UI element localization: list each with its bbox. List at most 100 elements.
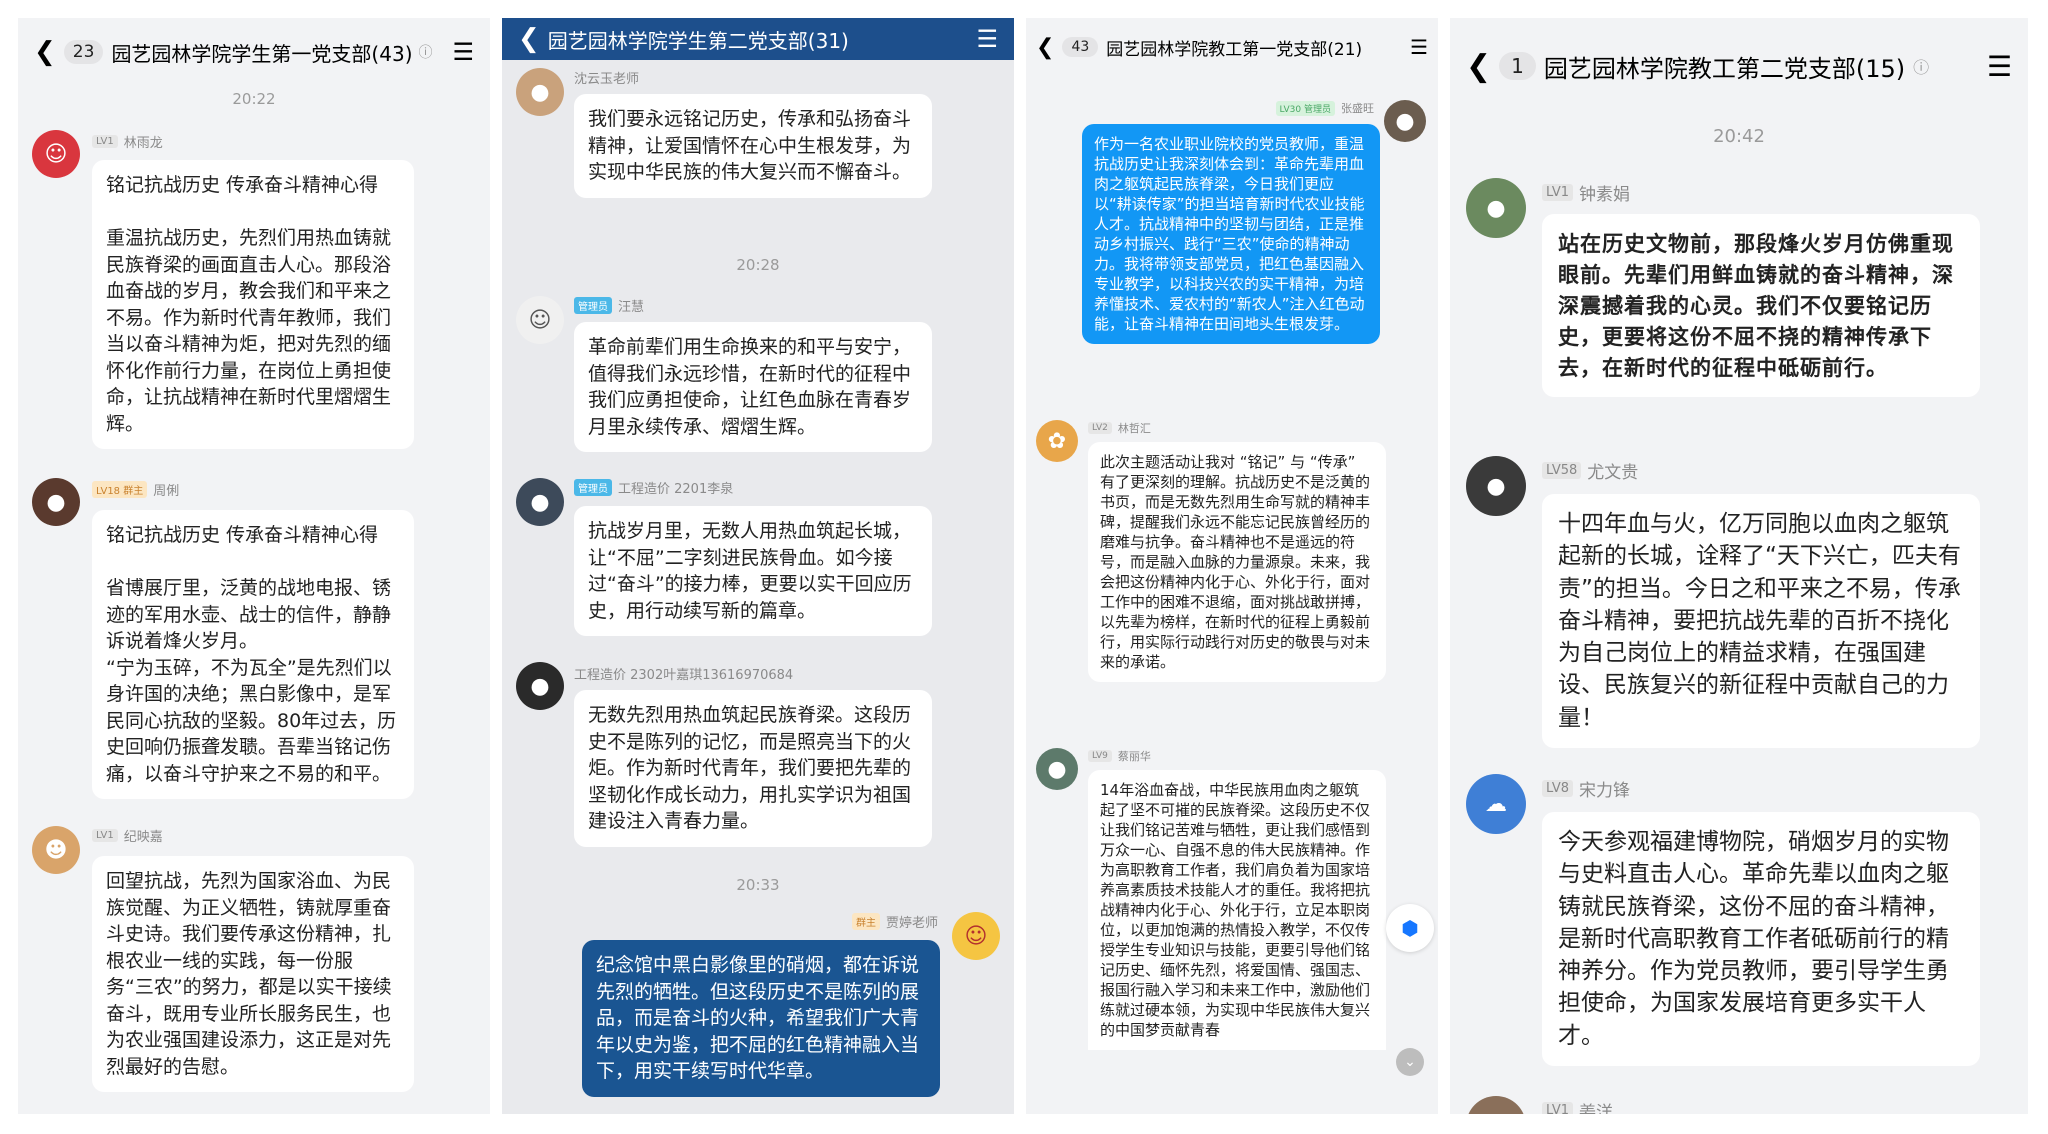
chat-title: 园艺园林学院学生第一党支部(43) [111,41,413,66]
avatar[interactable]: ● [516,68,564,116]
avatar[interactable]: ☺ [32,130,80,178]
avatar[interactable]: ● [1466,456,1526,516]
chat-title: 园艺园林学院学生第二党支部(31) [547,28,849,53]
message-bubble[interactable]: 抗战岁月里，无数人用热血筑起长城，让“不屈”二字刻进民族骨血。如今接过“奋斗”的… [574,506,932,636]
sender-meta: LV9 蔡丽华 [1088,748,1151,764]
unread-count-badge[interactable]: 1 [1499,52,1536,80]
menu-icon[interactable]: ☰ [1410,35,1428,59]
sender-name: 周俐 [153,484,180,499]
chat-header: ❮ 43 园艺园林学院教工第一党支部(21) ☰ [1026,18,1438,76]
info-icon[interactable]: ⓘ [419,42,433,62]
sender-meta: 管理员 汪慧 [574,296,644,315]
sender-meta: LV18 群主 周俐 [92,480,179,499]
message-bubble[interactable]: 此次主题活动让我对 “铭记” 与 “传承” 有了更深刻的理解。抗战历史不是泛黄的… [1088,442,1386,682]
level-badge: LV30 管理员 [1275,100,1335,116]
chat-title: 园艺园林学院教工第一党支部(21) [1106,39,1363,60]
info-icon[interactable]: ⓘ [1913,54,1929,78]
timestamp: 20:28 [736,256,780,274]
unread-count-badge[interactable]: 43 [1062,37,1099,57]
level-badge: LV1 [92,829,118,842]
sender-meta: 沈云玉老师 [574,68,639,87]
message-bubble[interactable]: 站在历史文物前，那段烽火岁月仿佛重现眼前。先辈们用鲜血铸就的奋斗精神，深深震撼着… [1542,214,1980,397]
sender-meta: 工程造价 2302叶嘉琪13616970684 [574,664,793,683]
chat-panel-2: ❮ 园艺园林学院学生第二党支部(31) ☰ ● 沈云玉老师 我们要永远铭记历史，… [502,18,1014,1114]
avatar[interactable]: ● [516,662,564,710]
menu-icon[interactable]: ☰ [976,25,998,53]
sender-name: 贾婷老师 [885,916,938,931]
sender-name: 沈云玉老师 [574,72,640,87]
back-arrow-icon[interactable]: ❮ [1036,35,1054,60]
level-badge: LV18 群主 [92,481,148,498]
level-badge: LV1 [92,135,118,148]
timestamp: 20:42 [1713,126,1765,147]
avatar[interactable]: ● [1466,1096,1526,1114]
sender-meta: LV8 宋力锋 [1542,776,1630,801]
sender-meta: LV1 姜洋 [1542,1098,1613,1114]
chat-panel-1: ❮ 23 园艺园林学院学生第一党支部(43) ⓘ ☰ 20:22 ☺ LV1 林… [18,18,490,1114]
message-bubble[interactable]: 回望抗战，先烈为国家浴血、为民族觉醒、为正义牺牲，铸就厚重奋斗史诗。我们要传承这… [92,856,414,1092]
menu-icon[interactable]: ☰ [452,38,474,66]
level-badge: LV8 [1542,780,1573,797]
message-bubble[interactable]: 十四年血与火，亿万同胞以血肉之躯筑起新的长城，诠释了“天下兴亡，匹夫有责”的担当… [1542,494,1980,749]
sender-name: 纪映嘉 [123,830,163,845]
scroll-down-icon[interactable]: ⌄ [1396,1048,1424,1076]
chat-panel-4: ❮ 1 园艺园林学院教工第二党支部(15) ⓘ ☰ 20:42 ● LV1 钟素… [1450,18,2028,1114]
message-bubble[interactable]: 14年浴血奋战，中华民族用血肉之躯筑起了坚不可摧的民族脊梁。这段历史不仅让我们铭… [1088,770,1386,1050]
sender-meta: 管理员 工程造价 2201李泉 [574,478,733,497]
message-bubble[interactable]: 革命前辈们用生命换来的和平与安宁，值得我们永远珍惜，在新时代的征程中我们应勇担使… [574,322,932,452]
role-badge: 管理员 [574,479,612,496]
message-bubble[interactable]: 我们要永远铭记历史，传承和弘扬奋斗精神，让爱国情怀在心中生根发芽，为实现中华民族… [574,94,932,198]
timestamp: 20:22 [232,90,276,108]
sender-meta: LV58 尤文贵 [1542,458,1638,483]
chat-panel-3: ❮ 43 园艺园林学院教工第一党支部(21) ☰ LV30 管理员 张盛旺 ● … [1026,18,1438,1114]
sender-meta: LV30 管理员 张盛旺 [1275,100,1374,116]
chat-title: 园艺园林学院教工第二党支部(15) [1543,54,1906,83]
message-bubble[interactable]: 无数先烈用热血筑起民族脊梁。这段历史不是陈列的记忆，而是照亮当下的火炬。作为新时… [574,690,932,847]
chat-header: ❮ 园艺园林学院学生第二党支部(31) ☰ [502,18,1014,60]
level-badge: LV9 [1088,750,1112,762]
sender-name: 姜洋 [1578,1103,1613,1114]
level-badge: LV2 [1088,422,1112,434]
avatar[interactable]: ☻ [32,826,80,874]
chat-header: ❮ 1 园艺园林学院教工第二党支部(15) ⓘ ☰ [1450,18,2028,114]
avatar[interactable]: ● [32,478,80,526]
avatar[interactable]: ● [1384,100,1426,142]
back-arrow-icon[interactable]: ❮ [518,24,540,54]
sender-name: 林雨龙 [123,136,163,151]
sender-meta: LV1 纪映嘉 [92,826,163,845]
avatar[interactable]: ☺ [952,912,1000,960]
avatar[interactable]: ✿ [1036,420,1078,462]
back-arrow-icon[interactable]: ❮ [34,37,56,67]
sender-meta: 群主 贾婷老师 [851,912,938,931]
unread-count-badge[interactable]: 23 [63,40,104,64]
level-badge: LV1 [1542,1102,1573,1114]
back-arrow-icon[interactable]: ❮ [1466,49,1491,84]
message-bubble[interactable]: 作为一名农业职业院校的党员教师，重温抗战历史让我深刻体会到：革命先辈用血肉之躯筑… [1082,124,1380,344]
sender-name: 尤文贵 [1587,463,1639,483]
avatar[interactable]: ● [1466,178,1526,238]
role-badge: 管理员 [574,297,612,314]
sender-name: 蔡丽华 [1117,750,1151,763]
message-bubble[interactable]: 今天参观福建博物院，硝烟岁月的实物与史料直击人心。革命先辈以血肉之躯铸就民族脊梁… [1542,812,1980,1067]
avatar[interactable]: ☁ [1466,774,1526,834]
sender-name: 工程造价 2302叶嘉琪13616970684 [574,668,794,683]
menu-icon[interactable]: ☰ [1987,50,2012,83]
level-badge: LV58 [1542,462,1582,479]
sender-name: 林哲汇 [1117,422,1151,435]
sender-name: 钟素娟 [1578,185,1630,205]
level-badge: LV1 [1542,184,1573,201]
message-bubble[interactable]: 铭记抗战历史 传承奋斗精神心得 省博展厅里，泛黄的战地电报、锈迹的军用水壶、战士… [92,510,414,799]
sender-name: 张盛旺 [1341,102,1374,115]
role-badge: 群主 [851,913,880,930]
chat-header: ❮ 23 园艺园林学院学生第一党支部(43) ⓘ ☰ [18,18,490,86]
message-bubble[interactable]: 铭记抗战历史 传承奋斗精神心得 重温抗战历史，先烈们用热血铸就民族脊梁的画面直击… [92,160,414,449]
app-float-icon[interactable]: ⬢ [1386,904,1434,952]
sender-name: 工程造价 2201李泉 [618,482,734,497]
avatar[interactable]: ☺ [516,296,564,344]
sender-name: 宋力锋 [1578,781,1630,801]
avatar[interactable]: ● [1036,748,1078,790]
message-bubble[interactable]: 纪念馆中黑白影像里的硝烟，都在诉说先烈的牺牲。但这段历史不是陈列的展品，而是奋斗… [582,940,940,1097]
sender-meta: LV1 钟素娟 [1542,180,1630,205]
timestamp: 20:33 [736,876,780,894]
avatar[interactable]: ● [516,478,564,526]
